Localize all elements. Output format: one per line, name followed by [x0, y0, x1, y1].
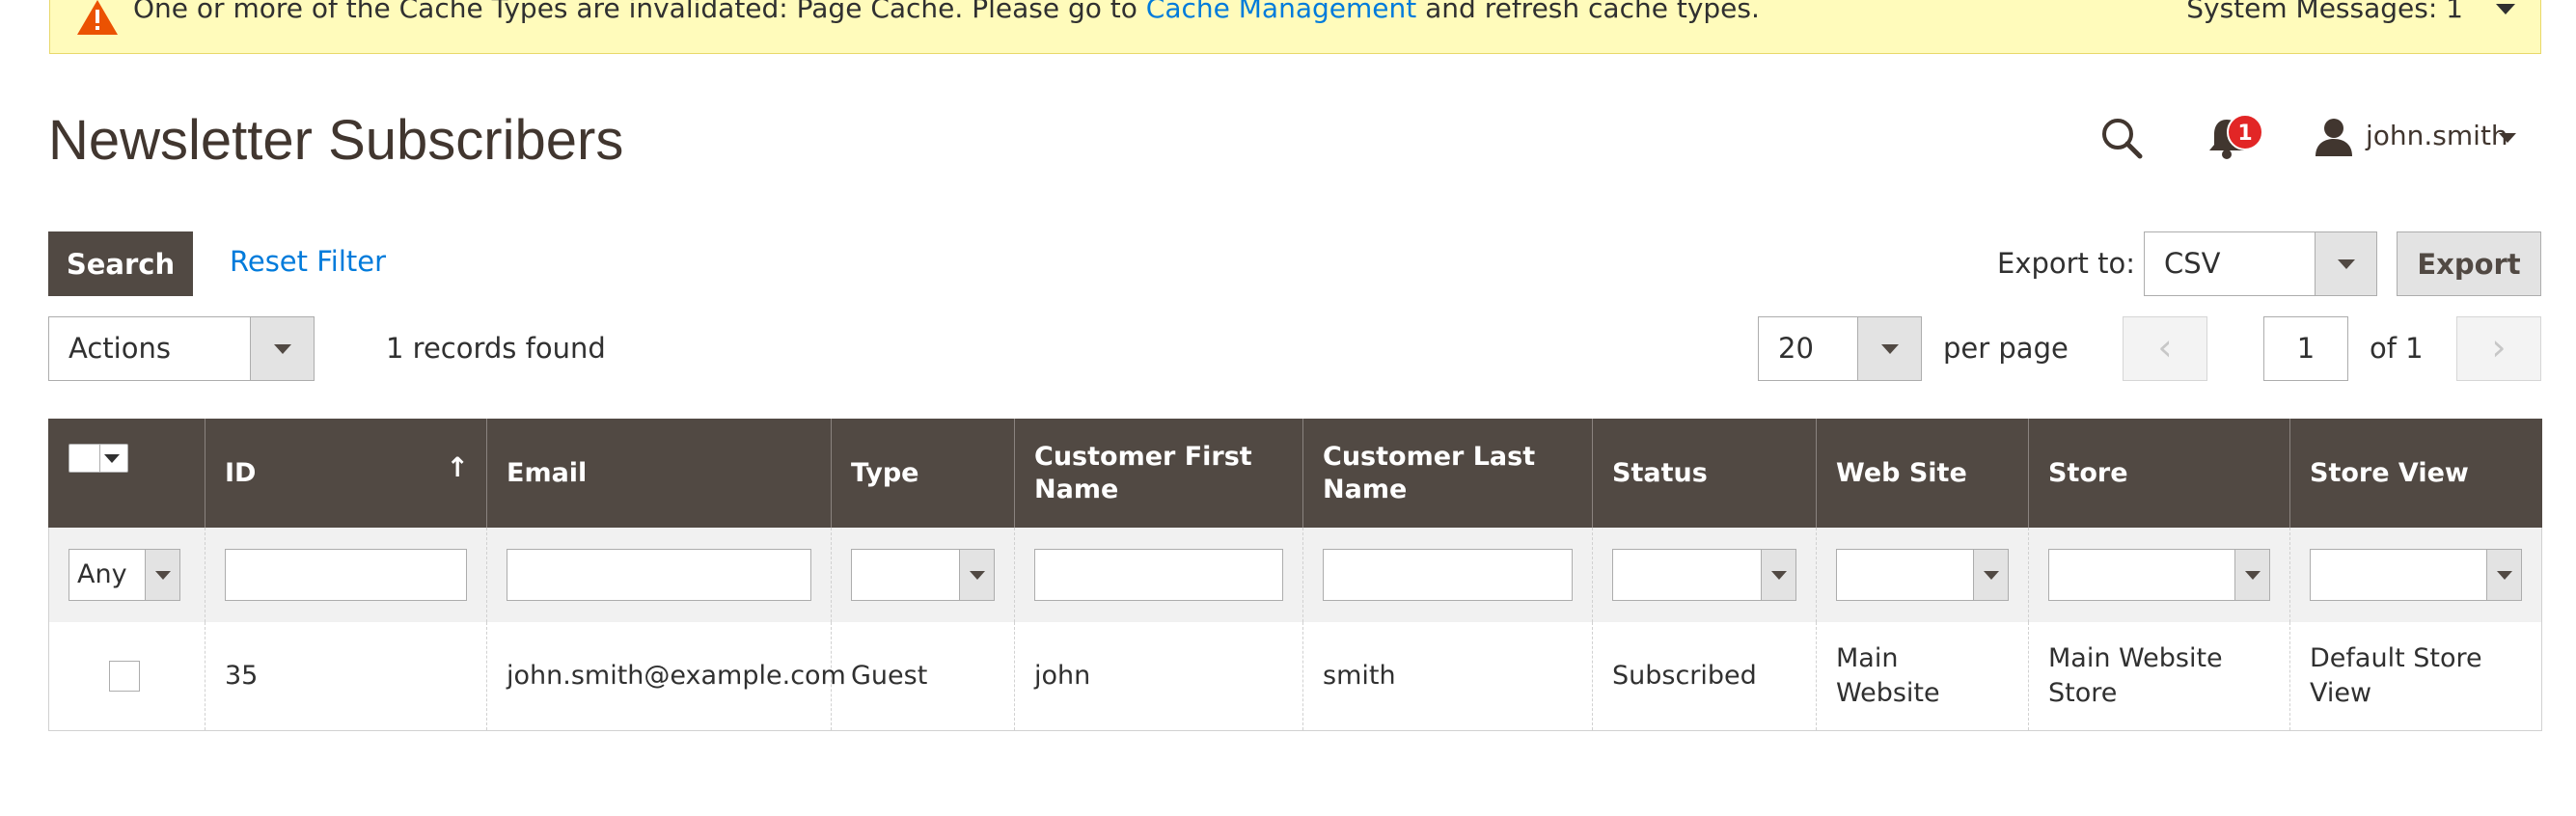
- filter-cell: [1302, 528, 1593, 622]
- cache-management-link[interactable]: Cache Management: [1146, 0, 1416, 24]
- column-header-status[interactable]: Status: [1592, 419, 1817, 528]
- mass-select-header: [48, 419, 206, 528]
- cell-store: Main Website Store: [2028, 622, 2290, 731]
- system-messages-count[interactable]: System Messages: 1: [2186, 0, 2463, 24]
- chevron-down-icon[interactable]: [2315, 232, 2376, 295]
- filter-cell: [205, 528, 487, 622]
- cell-email: john.smith@example.com: [486, 622, 846, 731]
- chevron-down-icon[interactable]: [2234, 550, 2269, 600]
- chevron-down-icon[interactable]: [2486, 550, 2521, 600]
- search-button[interactable]: Search: [48, 231, 193, 296]
- search-icon[interactable]: [2099, 116, 2144, 160]
- filter-store-view-select[interactable]: [2310, 549, 2522, 601]
- export-format-value: CSV: [2164, 247, 2221, 280]
- warning-icon: [77, 0, 118, 35]
- filter-cell: [1592, 528, 1817, 622]
- chevron-down-icon[interactable]: [1973, 550, 2008, 600]
- export-to-label: Export to:: [1997, 247, 2136, 280]
- cell-store-view: Default Store View: [2289, 622, 2542, 731]
- filter-cell: [1816, 528, 2029, 622]
- filter-id-input[interactable]: [225, 549, 467, 601]
- row-checkbox-cell: [48, 622, 206, 731]
- column-header-email[interactable]: Email: [486, 419, 832, 528]
- user-icon[interactable]: [2314, 116, 2354, 158]
- system-message-before: One or more of the Cache Types are inval…: [133, 0, 1146, 24]
- mass-actions-select[interactable]: Actions: [48, 316, 315, 381]
- total-pages: of 1: [2370, 332, 2424, 365]
- per-page-value: 20: [1778, 332, 1814, 365]
- system-message-text: One or more of the Cache Types are inval…: [133, 0, 1760, 24]
- filter-row: Any: [48, 528, 2542, 622]
- chevron-down-icon[interactable]: [1761, 550, 1795, 600]
- export-format-select[interactable]: CSV: [2144, 231, 2377, 296]
- column-header-store[interactable]: Store: [2028, 419, 2290, 528]
- actions-label: Actions: [69, 332, 171, 365]
- cell-last-name: smith: [1302, 622, 1593, 731]
- column-header-store-view[interactable]: Store View: [2289, 419, 2542, 528]
- chevron-down-icon[interactable]: [250, 317, 314, 380]
- filter-cell: Any: [48, 528, 206, 622]
- user-name[interactable]: john.smith: [2366, 120, 2508, 151]
- next-page-button[interactable]: ›: [2456, 316, 2541, 381]
- export-button[interactable]: Export: [2397, 231, 2541, 296]
- column-header-label: ID: [225, 457, 257, 488]
- filter-status-select[interactable]: [1612, 549, 1796, 601]
- chevron-down-icon[interactable]: [959, 550, 994, 600]
- table-row[interactable]: 35 john.smith@example.com Guest john smi…: [48, 622, 2542, 731]
- column-header-id[interactable]: ID ↑: [205, 419, 487, 528]
- previous-page-button[interactable]: ‹: [2123, 316, 2207, 381]
- per-page-label: per page: [1943, 332, 2069, 365]
- mass-filter-value: Any: [77, 559, 127, 589]
- current-page-input[interactable]: 1: [2263, 316, 2348, 381]
- page-title: Newsletter Subscribers: [48, 109, 624, 172]
- filter-email-input[interactable]: [507, 549, 811, 601]
- per-page-select[interactable]: 20: [1758, 316, 1922, 381]
- column-header-last-name[interactable]: Customer Last Name: [1302, 419, 1593, 528]
- filter-cell: [831, 528, 1015, 622]
- filter-type-select[interactable]: [851, 549, 995, 601]
- mass-filter-select[interactable]: Any: [69, 549, 180, 601]
- reset-filter-link[interactable]: Reset Filter: [230, 245, 386, 278]
- filter-website-select[interactable]: [1836, 549, 2009, 601]
- filter-cell: [2028, 528, 2290, 622]
- chevron-down-icon[interactable]: [145, 550, 179, 600]
- filter-store-select[interactable]: [2048, 549, 2270, 601]
- filter-last-name-input[interactable]: [1323, 549, 1573, 601]
- chevron-down-icon[interactable]: [104, 454, 120, 463]
- filter-cell: [486, 528, 832, 622]
- system-message-after: and refresh cache types.: [1416, 0, 1760, 24]
- grid-header-row: ID ↑ Email Type Customer First Name Custo…: [48, 419, 2542, 528]
- row-checkbox[interactable]: [109, 660, 140, 692]
- system-message-bar: One or more of the Cache Types are inval…: [49, 0, 2541, 54]
- cell-first-name: john: [1014, 622, 1303, 731]
- column-header-website[interactable]: Web Site: [1816, 419, 2029, 528]
- chevron-down-icon[interactable]: [2496, 4, 2515, 14]
- mass-select-checkbox[interactable]: [69, 444, 128, 473]
- sort-ascending-icon: ↑: [446, 451, 469, 483]
- column-header-first-name[interactable]: Customer First Name: [1014, 419, 1303, 528]
- mass-select-box[interactable]: [69, 445, 100, 472]
- chevron-down-icon[interactable]: [1857, 317, 1921, 380]
- cell-status: Subscribed: [1592, 622, 1817, 731]
- notification-count-badge[interactable]: 1: [2227, 114, 2263, 150]
- column-header-type[interactable]: Type: [831, 419, 1015, 528]
- filter-cell: [2289, 528, 2542, 622]
- filter-cell: [1014, 528, 1303, 622]
- cell-type: Guest: [831, 622, 1015, 731]
- records-found: 1 records found: [386, 332, 606, 365]
- cell-id: 35: [205, 622, 487, 731]
- cell-website: Main Website: [1816, 622, 2029, 731]
- filter-first-name-input[interactable]: [1034, 549, 1283, 601]
- chevron-down-icon[interactable]: [2499, 133, 2516, 143]
- subscribers-grid: ID ↑ Email Type Customer First Name Custo…: [48, 419, 2542, 731]
